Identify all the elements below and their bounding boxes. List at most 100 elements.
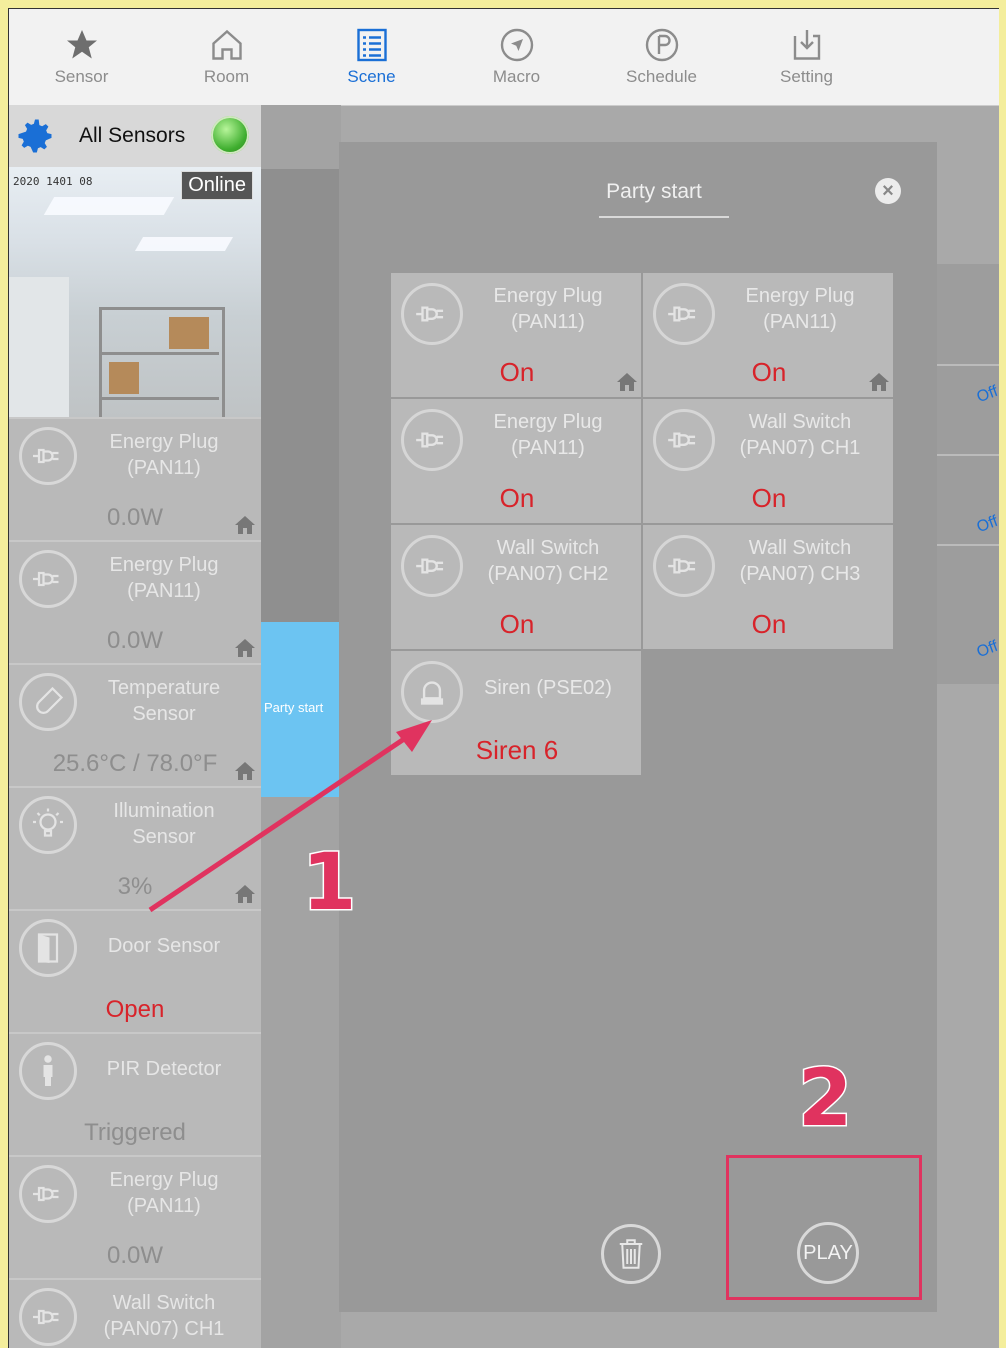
camera-preview[interactable]: 2020 1401 08 Online (9, 167, 261, 417)
sensor-tile[interactable]: Energy Plug (PAN11) 0.0W (9, 417, 261, 540)
device-name: Energy Plug (PAN11) (745, 285, 855, 333)
right-cell-state: Off (974, 512, 999, 537)
shelf-board (99, 397, 219, 400)
nav-sensor[interactable]: Sensor (9, 9, 154, 105)
right-cell-state: Off (974, 637, 999, 662)
gear-icon[interactable] (13, 114, 57, 158)
scene-device-tile[interactable]: Energy Plug (PAN11) On (643, 273, 893, 397)
scene-device-tile[interactable]: Energy Plug (PAN11) On (391, 399, 641, 523)
nav-setting-label: Setting (780, 67, 833, 86)
plug-icon (401, 535, 463, 597)
all-sensors-title: All Sensors (79, 124, 186, 147)
camera-wall (9, 277, 69, 417)
sensor-tile[interactable]: Illumination Sensor 3% (9, 786, 261, 909)
sensor-value: Open (105, 996, 165, 1023)
device-state: On (499, 609, 535, 639)
modal-title: Party start (606, 180, 702, 203)
sensor-name: Energy Plug (PAN11) (109, 431, 219, 479)
home-icon (869, 373, 889, 391)
scene-device-tile[interactable]: Wall Switch (PAN07) CH3 On (643, 525, 893, 649)
house-icon (211, 29, 242, 60)
sensor-tile[interactable]: Energy Plug (PAN11) 0.0W (9, 540, 261, 663)
plug-icon (401, 409, 463, 471)
device-state: On (751, 357, 787, 387)
right-scene-panel: Off Off Off (937, 264, 999, 684)
camera-timestamp: 2020 1401 08 (13, 175, 93, 188)
close-icon[interactable]: × (875, 178, 901, 204)
nav-setting[interactable]: Setting (734, 9, 879, 105)
person-icon (19, 1042, 77, 1100)
siren-icon (401, 661, 463, 723)
device-state: On (751, 609, 787, 639)
background-scene-panel (261, 169, 341, 629)
device-name: Energy Plug (PAN11) (493, 285, 603, 333)
right-cell-state: Off (974, 382, 999, 407)
home-icon (235, 762, 255, 780)
sensor-value: Triggered (84, 1119, 186, 1146)
sensor-value: 25.6°C / 78.0°F (52, 750, 218, 777)
top-navigation: Sensor Room Scene Macro Schedule Setting (9, 9, 999, 106)
sensor-value: 0.0W (106, 1242, 163, 1269)
nav-scene-label: Scene (347, 67, 396, 86)
right-cell: Off (937, 364, 999, 456)
download-icon (793, 30, 820, 60)
camera-box (109, 362, 139, 394)
highlight-box (726, 1155, 922, 1300)
home-icon (235, 639, 255, 657)
nav-room-label: Room (203, 67, 250, 86)
door-icon (19, 919, 77, 977)
sensor-tile[interactable]: Wall Switch (PAN07) CH1 (9, 1278, 261, 1348)
device-name: Wall Switch (PAN07) CH1 (739, 411, 861, 459)
nav-sensor-label: Sensor (54, 67, 109, 86)
plug-icon (653, 283, 715, 345)
device-name: Wall Switch (PAN07) CH2 (487, 537, 609, 585)
device-name: Wall Switch (PAN07) CH3 (739, 537, 861, 585)
status-led-icon (211, 116, 249, 154)
nav-macro-label: Macro (492, 67, 541, 86)
sensor-name: Illumination Sensor (113, 800, 215, 848)
sensor-tile[interactable]: PIR Detector Triggered (9, 1032, 261, 1155)
device-state: On (751, 483, 787, 513)
delete-button[interactable] (601, 1224, 661, 1284)
device-state: On (499, 357, 535, 387)
sensor-tile[interactable]: Temperature Sensor 25.6°C / 78.0°F (9, 663, 261, 786)
app-frame: Sensor Room Scene Macro Schedule Setting… (8, 8, 999, 1348)
sensor-name: Wall Switch (PAN07) CH1 (103, 1292, 225, 1340)
plug-icon (19, 1165, 77, 1223)
ceiling-light (43, 197, 175, 215)
scene-device-tile[interactable]: Wall Switch (PAN07) CH1 On (643, 399, 893, 523)
nav-schedule[interactable]: Schedule (589, 9, 734, 105)
nav-schedule-label: Schedule (626, 67, 697, 86)
list-icon (356, 28, 387, 62)
thermometer-icon (19, 673, 77, 731)
sensor-tile[interactable]: Energy Plug (PAN11) 0.0W (9, 1155, 261, 1278)
shelf-board (99, 352, 219, 355)
sensor-value: 0.0W (106, 627, 163, 654)
sensor-tile[interactable]: Door Sensor Open (9, 909, 261, 1032)
home-icon (235, 516, 255, 534)
title-underline (599, 216, 729, 218)
nav-macro[interactable]: Macro (444, 9, 589, 105)
background-scene-card[interactable]: Party start (261, 622, 341, 797)
plug-icon (19, 550, 77, 608)
all-sensors-header[interactable]: All Sensors (9, 105, 261, 167)
sensor-value: 0.0W (106, 504, 163, 531)
device-name: Energy Plug (PAN11) (493, 411, 603, 459)
device-name: Siren (PSE02) (484, 677, 612, 699)
scene-device-tile[interactable]: Siren (PSE02) Siren 6 (391, 651, 641, 775)
plug-icon (19, 427, 77, 485)
sensor-name: Energy Plug (PAN11) (109, 554, 219, 602)
right-cell: Off (937, 544, 999, 661)
step-number: 2 (796, 1053, 853, 1146)
star-icon (66, 30, 97, 59)
sensor-value: 3% (117, 873, 153, 900)
plug-icon (401, 283, 463, 345)
nav-scene[interactable]: Scene (299, 9, 444, 105)
scene-device-tile[interactable]: Wall Switch (PAN07) CH2 On (391, 525, 641, 649)
nav-room[interactable]: Room (154, 9, 299, 105)
scene-device-tile[interactable]: Energy Plug (PAN11) On (391, 273, 641, 397)
sensor-name: Door Sensor (107, 935, 221, 957)
trash-icon (619, 1239, 643, 1269)
camera-box (169, 317, 209, 349)
sensor-name: PIR Detector (106, 1058, 222, 1080)
